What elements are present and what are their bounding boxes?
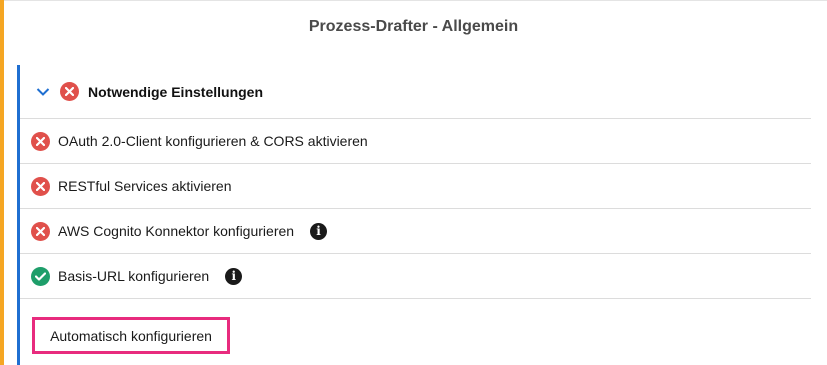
- info-icon[interactable]: i: [310, 222, 328, 240]
- error-icon: [31, 131, 50, 151]
- error-icon: [60, 82, 79, 101]
- auto-configure-button[interactable]: Automatisch konfigurieren: [32, 317, 230, 354]
- chevron-down-icon[interactable]: [36, 85, 50, 99]
- list-item: Basis-URL konfigurieren i: [20, 254, 811, 299]
- error-icon: [31, 176, 50, 196]
- list-item: OAuth 2.0-Client konfigurieren & CORS ak…: [20, 119, 811, 164]
- check-icon: [31, 266, 50, 286]
- list-item-label: AWS Cognito Konnektor konfigurieren: [58, 223, 295, 239]
- section-header-label: Notwendige Einstellungen: [88, 83, 264, 100]
- info-icon[interactable]: i: [225, 267, 243, 285]
- list-item-label: Basis-URL konfigurieren: [58, 268, 210, 284]
- list-item-label: RESTful Services aktivieren: [58, 178, 232, 194]
- error-icon: [31, 221, 50, 241]
- list-item: AWS Cognito Konnektor konfigurieren i: [20, 209, 811, 254]
- list-item: RESTful Services aktivieren: [20, 164, 811, 209]
- section-header[interactable]: Notwendige Einstellungen: [20, 65, 811, 119]
- page-title: Prozess-Drafter - Allgemein: [308, 18, 519, 35]
- settings-section: Notwendige Einstellungen OAuth 2.0-Clien…: [17, 65, 811, 365]
- list-item-label: OAuth 2.0-Client konfigurieren & CORS ak…: [58, 133, 368, 149]
